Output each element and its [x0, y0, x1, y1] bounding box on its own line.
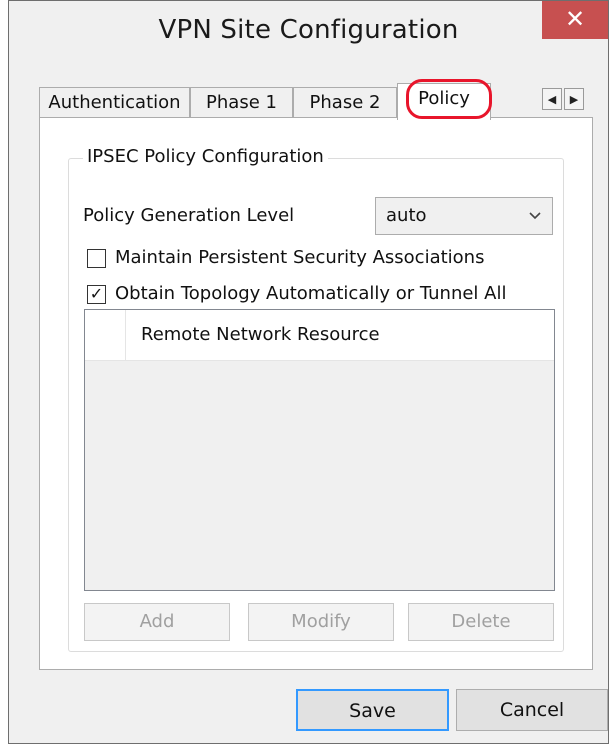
group-title: IPSEC Policy Configuration — [83, 146, 328, 167]
delete-button[interactable]: Delete — [408, 603, 554, 641]
save-button[interactable]: Save — [296, 689, 449, 731]
vpn-site-configuration-dialog: VPN Site Configuration ✕ Authentication … — [8, 0, 609, 744]
arrow-left-icon: ◀ — [547, 93, 557, 106]
ipsec-policy-group: IPSEC Policy Configuration Policy Genera… — [68, 146, 564, 652]
button-label: Cancel — [499, 699, 565, 721]
tab-label: Phase 1 — [206, 92, 277, 113]
button-label: Add — [139, 611, 175, 632]
window-title: VPN Site Configuration — [158, 15, 459, 45]
remote-network-resource-list[interactable]: Remote Network Resource — [84, 309, 555, 591]
policy-generation-level-label: Policy Generation Level — [83, 205, 295, 226]
tab-scroll-left-button[interactable]: ◀ — [542, 88, 562, 110]
policy-tab-highlight-annotation — [406, 79, 492, 119]
maintain-sa-label: Maintain Persistent Security Association… — [115, 247, 485, 268]
tab-label: Phase 2 — [309, 92, 381, 113]
list-header-spacer — [85, 310, 126, 360]
checkmark-icon: ✓ — [89, 284, 104, 303]
list-header: Remote Network Resource — [85, 310, 554, 361]
policy-generation-level-select[interactable]: auto — [375, 197, 553, 235]
title-bar: VPN Site Configuration ✕ — [9, 1, 608, 69]
arrow-right-icon: ▶ — [569, 93, 579, 106]
tab-phase-2[interactable]: Phase 2 — [293, 87, 397, 117]
tab-scroll-right-button[interactable]: ▶ — [564, 88, 584, 110]
obtain-topology-label: Obtain Topology Automatically or Tunnel … — [115, 283, 507, 304]
tab-authentication[interactable]: Authentication — [39, 87, 190, 117]
close-button[interactable]: ✕ — [542, 1, 608, 39]
column-remote-network-resource[interactable]: Remote Network Resource — [141, 324, 380, 345]
policy-tab-panel: IPSEC Policy Configuration Policy Genera… — [39, 117, 593, 670]
button-label: Modify — [291, 611, 351, 632]
chevron-down-icon — [528, 198, 542, 248]
select-value: auto — [386, 205, 427, 226]
tab-label: Authentication — [48, 92, 181, 113]
obtain-topology-checkbox[interactable]: ✓ — [87, 285, 106, 304]
maintain-sa-checkbox[interactable] — [87, 249, 106, 268]
close-icon: ✕ — [564, 5, 586, 33]
button-label: Delete — [451, 611, 511, 632]
tab-phase-1[interactable]: Phase 1 — [190, 87, 293, 117]
add-button[interactable]: Add — [84, 603, 230, 641]
cancel-button[interactable]: Cancel — [456, 689, 608, 731]
button-label: Save — [349, 700, 396, 722]
modify-button[interactable]: Modify — [248, 603, 394, 641]
